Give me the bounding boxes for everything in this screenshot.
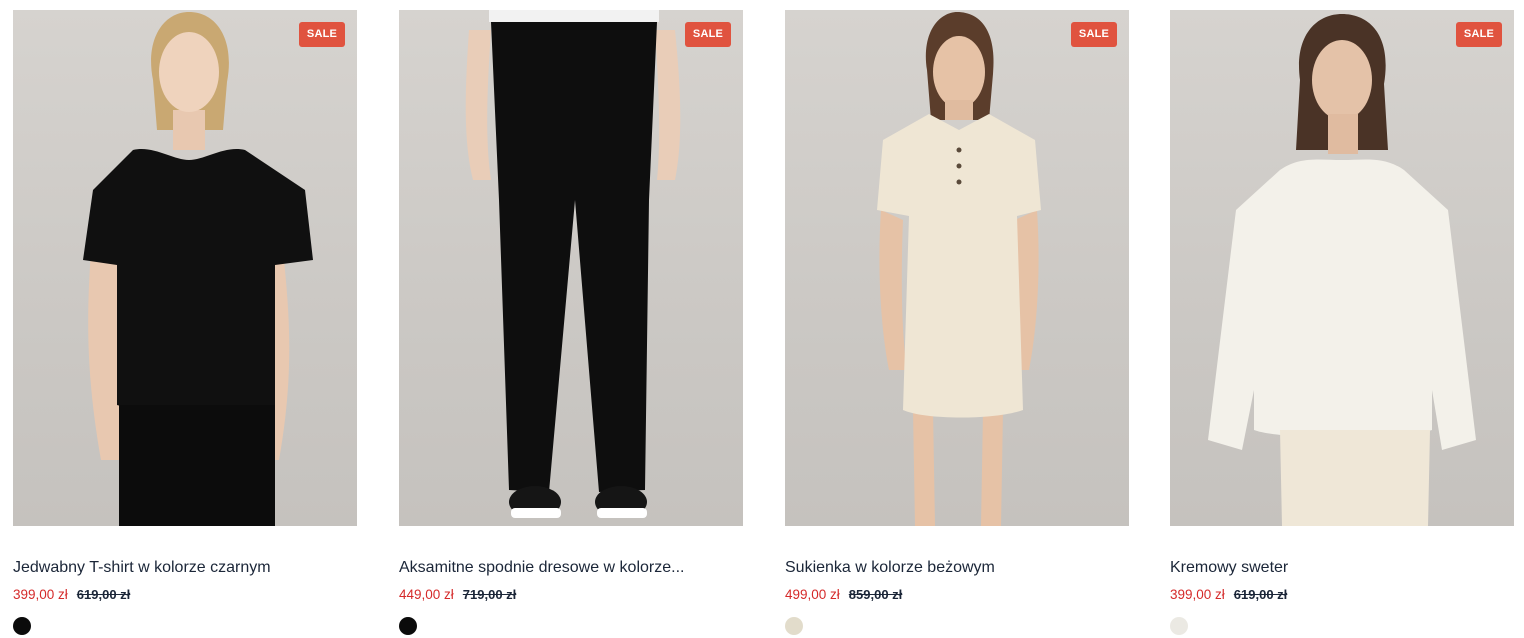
product-name[interactable]: Sukienka w kolorze beżowym [785, 559, 1129, 577]
color-swatch-cream[interactable] [1170, 617, 1188, 635]
price-current: 399,00 zł [1170, 587, 1225, 602]
product-photo-black-tshirt [83, 12, 313, 526]
product-prices: 399,00 zł 619,00 zł [13, 587, 130, 602]
product-card[interactable]: SALE Aksamitne spodnie dresowe w kolorze… [399, 10, 743, 638]
product-image[interactable]: SALE [1170, 10, 1514, 526]
product-card[interactable]: SALE Sukienka w kolorze beżowym 499,00 z… [785, 10, 1129, 638]
product-name[interactable]: Kremowy sweter [1170, 559, 1514, 577]
color-swatch-black[interactable] [399, 617, 417, 635]
product-photo-velvet-pants [465, 10, 681, 518]
product-name[interactable]: Jedwabny T-shirt w kolorze czarnym [13, 559, 357, 577]
product-card[interactable]: SALE Kremowy sweter 399,00 zł 619,00 zł [1170, 10, 1514, 638]
product-prices: 449,00 zł 719,00 zł [399, 587, 516, 602]
price-old: 619,00 zł [76, 587, 131, 602]
product-image[interactable]: SALE [13, 10, 357, 526]
price-current: 449,00 zł [399, 587, 454, 602]
sale-badge: SALE [1071, 22, 1117, 47]
product-grid: SALE Jedwabny T-shirt w kolorze czarnym … [0, 0, 1524, 638]
price-old: 619,00 zł [1233, 587, 1288, 602]
sale-badge: SALE [685, 22, 731, 47]
product-photo-beige-dress [877, 12, 1041, 526]
product-prices: 499,00 zł 859,00 zł [785, 587, 902, 602]
product-card[interactable]: SALE Jedwabny T-shirt w kolorze czarnym … [13, 10, 357, 638]
price-old: 719,00 zł [462, 587, 517, 602]
sale-badge: SALE [1456, 22, 1502, 47]
sale-badge: SALE [299, 22, 345, 47]
product-image[interactable]: SALE [785, 10, 1129, 526]
product-photo-cream-sweater [1208, 14, 1476, 526]
price-current: 399,00 zł [13, 587, 68, 602]
price-current: 499,00 zł [785, 587, 840, 602]
color-swatch-beige[interactable] [785, 617, 803, 635]
product-name[interactable]: Aksamitne spodnie dresowe w kolorze... [399, 559, 743, 577]
price-old: 859,00 zł [848, 587, 903, 602]
product-image[interactable]: SALE [399, 10, 743, 526]
product-prices: 399,00 zł 619,00 zł [1170, 587, 1287, 602]
color-swatch-black[interactable] [13, 617, 31, 635]
